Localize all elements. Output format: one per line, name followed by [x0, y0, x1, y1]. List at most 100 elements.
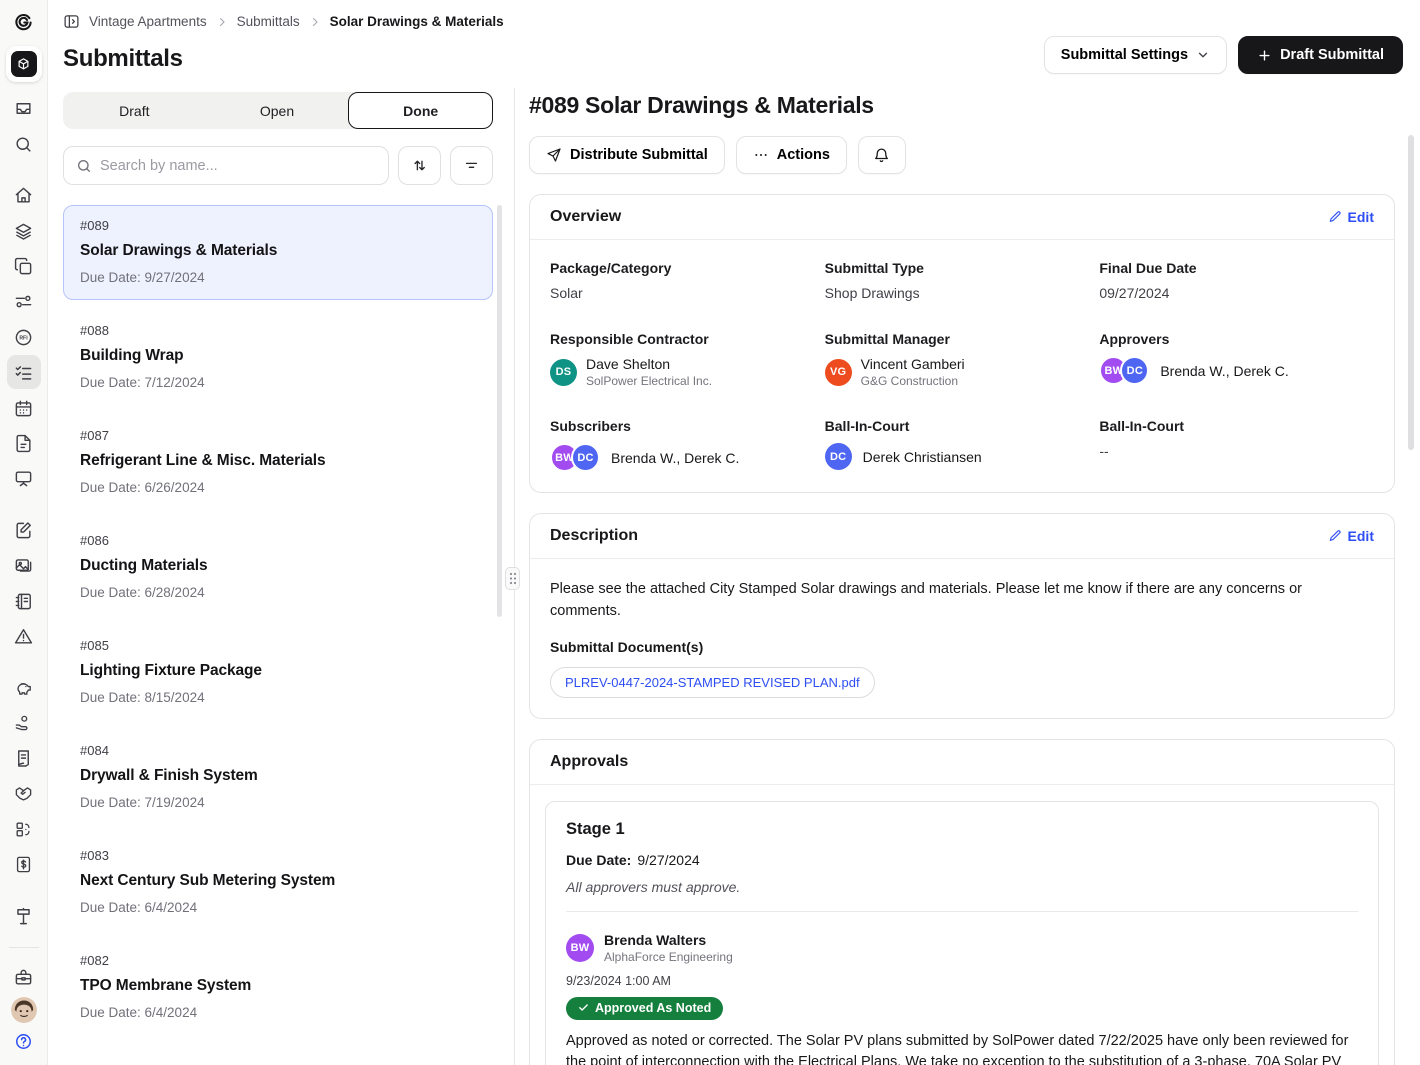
- filter-button[interactable]: [450, 146, 493, 185]
- search-icon: [76, 158, 92, 174]
- tab-draft[interactable]: Draft: [63, 92, 206, 129]
- board-icon[interactable]: [7, 461, 41, 495]
- home-icon[interactable]: [7, 178, 41, 212]
- avatar-dc: DC: [1120, 356, 1149, 385]
- item-number: #084: [80, 743, 476, 758]
- invoices-icon[interactable]: [7, 847, 41, 881]
- chevron-down-icon: [1196, 48, 1210, 62]
- inbox-icon[interactable]: [7, 91, 41, 125]
- distribute-submittal-button[interactable]: Distribute Submittal: [529, 136, 725, 174]
- breadcrumb: Vintage Apartments Submittals Solar Draw…: [63, 13, 504, 30]
- list-item[interactable]: #089 Solar Drawings & Materials Due Date…: [63, 205, 493, 300]
- approver-row: BW Brenda Walters AlphaForce Engineering: [566, 932, 1358, 964]
- tab-open[interactable]: Open: [206, 92, 349, 129]
- ellipsis-icon: [753, 147, 769, 163]
- stage-name: Stage 1: [566, 820, 1358, 839]
- item-number: #086: [80, 533, 476, 548]
- item-title: TPO Membrane System: [80, 977, 476, 995]
- main-scrollbar[interactable]: [1408, 135, 1414, 450]
- list-item[interactable]: #085 Lighting Fixture Package Due Date: …: [63, 625, 493, 720]
- stage-rule: All approvers must approve.: [566, 879, 1358, 895]
- item-title: Solar Drawings & Materials: [80, 242, 476, 260]
- notifications-button[interactable]: [858, 136, 906, 174]
- item-due-date: Due Date: 7/12/2024: [80, 375, 476, 390]
- layers-icon[interactable]: [7, 214, 41, 248]
- help-icon[interactable]: [7, 1024, 41, 1058]
- breadcrumb-section[interactable]: Submittals: [237, 14, 300, 29]
- field-approvers: Approvers BW DC Brenda W., Derek C.: [1099, 331, 1374, 388]
- breadcrumb-project[interactable]: Vintage Apartments: [89, 14, 207, 29]
- issues-warning-icon[interactable]: [7, 619, 41, 653]
- avatar-dc: DC: [825, 443, 852, 470]
- approvals-title: Approvals: [550, 753, 628, 771]
- controls-icon[interactable]: [7, 284, 41, 318]
- approval-comment: Approved as noted or corrected. The Sola…: [566, 1031, 1358, 1065]
- item-title: Next Century Sub Metering System: [80, 872, 476, 890]
- page-title: Submittals: [63, 45, 183, 73]
- item-number: #089: [80, 218, 476, 233]
- calendar-icon[interactable]: [7, 391, 41, 425]
- pane-resize-handle[interactable]: [505, 567, 520, 590]
- file-edit-icon[interactable]: [7, 513, 41, 547]
- overview-card: Overview Edit Package/Category Solar Sub…: [529, 194, 1395, 493]
- chevron-right-icon: [309, 16, 321, 28]
- field-ball-in-court-2: Ball-In-Court --: [1099, 418, 1374, 472]
- field-package-category: Package/Category Solar: [550, 260, 825, 301]
- project-cube-icon[interactable]: [6, 46, 42, 82]
- description-edit-button[interactable]: Edit: [1328, 528, 1374, 544]
- status-badge: Approved As Noted: [566, 997, 723, 1020]
- overview-title: Overview: [550, 208, 621, 226]
- draft-submittal-button[interactable]: Draft Submittal: [1238, 36, 1403, 74]
- list-item[interactable]: #087 Refrigerant Line & Misc. Materials …: [63, 415, 493, 510]
- top-actions: Submittal Settings Draft Submittal: [1044, 36, 1403, 74]
- payments-hand-icon[interactable]: [7, 706, 41, 740]
- search-icon[interactable]: [7, 127, 41, 161]
- item-due-date: Due Date: 6/26/2024: [80, 480, 476, 495]
- list-item[interactable]: #086 Ducting Materials Due Date: 6/28/20…: [63, 520, 493, 615]
- forms-icon[interactable]: [7, 426, 41, 460]
- sort-button[interactable]: [398, 146, 441, 185]
- list-item[interactable]: #084 Drywall & Finish System Due Date: 7…: [63, 730, 493, 825]
- toolbox-icon[interactable]: [7, 960, 41, 994]
- item-number: #087: [80, 428, 476, 443]
- description-title: Description: [550, 527, 638, 545]
- actions-label: Actions: [777, 147, 830, 163]
- avatar-bw: BW: [566, 934, 594, 962]
- submittal-settings-button[interactable]: Submittal Settings: [1044, 36, 1227, 74]
- contracts-icon[interactable]: [7, 741, 41, 775]
- description-card: Description Edit Please see the attached…: [529, 513, 1395, 719]
- change-orders-icon[interactable]: [7, 812, 41, 846]
- overview-edit-button[interactable]: Edit: [1328, 209, 1374, 225]
- item-number: #088: [80, 323, 476, 338]
- submittal-list-pane: Draft Open Done #089 Solar Drawings & Ma…: [63, 92, 493, 1035]
- logo-icon[interactable]: [7, 5, 41, 39]
- rfi-icon[interactable]: RFI: [7, 320, 41, 354]
- item-title: Drywall & Finish System: [80, 767, 476, 785]
- submittal-settings-label: Submittal Settings: [1061, 47, 1188, 63]
- search-input[interactable]: [100, 158, 376, 174]
- filter-icon: [463, 157, 480, 174]
- breadcrumb-current: Solar Drawings & Materials: [330, 14, 504, 29]
- handshake-icon[interactable]: [7, 776, 41, 810]
- panel-icon[interactable]: [63, 13, 80, 30]
- pencil-icon: [1328, 210, 1342, 224]
- rail-divider: [9, 947, 39, 948]
- list-item[interactable]: #083 Next Century Sub Metering System Du…: [63, 835, 493, 930]
- documents-icon[interactable]: [7, 249, 41, 283]
- item-due-date: Due Date: 6/4/2024: [80, 900, 476, 915]
- edit-label: Edit: [1348, 209, 1374, 225]
- submittals-checklist-icon[interactable]: [7, 355, 41, 389]
- daily-log-icon[interactable]: [7, 584, 41, 618]
- item-due-date: Due Date: 7/19/2024: [80, 795, 476, 810]
- list-item[interactable]: #088 Building Wrap Due Date: 7/12/2024: [63, 310, 493, 405]
- tab-done[interactable]: Done: [348, 92, 493, 129]
- chevron-right-icon: [216, 16, 228, 28]
- attachment-chip[interactable]: PLREV-0447-2024-STAMPED REVISED PLAN.pdf: [550, 667, 875, 698]
- list-scrollbar[interactable]: [497, 205, 502, 617]
- actions-button[interactable]: Actions: [736, 136, 847, 174]
- list-item[interactable]: #082 TPO Membrane System Due Date: 6/4/2…: [63, 940, 493, 1035]
- user-avatar[interactable]: [11, 997, 37, 1023]
- budget-piggy-bank-icon[interactable]: [7, 671, 41, 705]
- photos-icon[interactable]: [7, 548, 41, 582]
- signpost-icon[interactable]: [7, 899, 41, 933]
